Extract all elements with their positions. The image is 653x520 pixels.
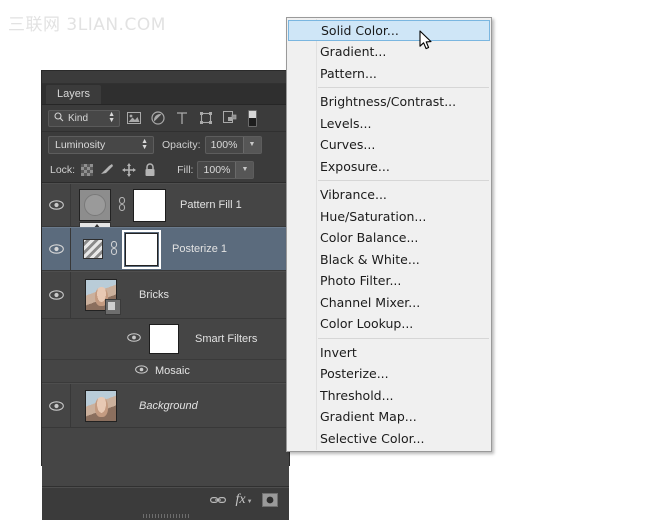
fill-label: Fill: [177, 164, 193, 176]
table-row[interactable]: Background [42, 383, 289, 428]
pixel-layer-icon[interactable] [124, 108, 144, 128]
arrow-cursor [419, 30, 433, 51]
layer-filter-row: Kind ▲▼ [42, 105, 289, 132]
opacity-label: Opacity: [162, 139, 201, 151]
blend-mode-row: Luminosity ▲▼ Opacity: 100% ▼ [42, 132, 289, 157]
layer-visibility-toggle[interactable] [42, 384, 71, 427]
chevron-down-icon[interactable]: ▼ [243, 137, 261, 153]
list-item[interactable]: Smart Filters [42, 319, 289, 360]
menu-separator [318, 338, 489, 339]
menu-item-black-and-white[interactable]: Black & White... [287, 249, 491, 271]
link-layers-icon[interactable] [205, 490, 231, 510]
table-row[interactable]: Pattern Fill 1 [42, 183, 289, 227]
layer-name[interactable]: Posterize 1 [172, 243, 227, 255]
layer-thumbnail[interactable] [85, 279, 117, 311]
tab-layers[interactable]: Layers [46, 85, 101, 104]
menu-item-channel-mixer[interactable]: Channel Mixer... [287, 292, 491, 314]
layer-list: Pattern Fill 1 Posterize 1 Bricks [42, 183, 289, 487]
menu-item-hue-saturation[interactable]: Hue/Saturation... [287, 206, 491, 228]
menu-item-invert[interactable]: Invert [287, 342, 491, 364]
layer-thumbnail[interactable] [79, 189, 111, 221]
opacity-field[interactable]: 100% ▼ [205, 136, 262, 154]
layer-visibility-toggle[interactable] [42, 272, 71, 318]
layer-mask-link-icon[interactable] [117, 197, 127, 214]
layers-panel: Layers Kind ▲▼ Luminosity ▲ [41, 70, 290, 466]
smart-object-badge-icon [105, 299, 121, 315]
layer-name[interactable]: Background [139, 400, 198, 412]
menu-item-gradient[interactable]: Gradient... [287, 41, 491, 63]
menu-item-vibrance[interactable]: Vibrance... [287, 184, 491, 206]
menu-item-solid-color[interactable]: Solid Color... [288, 20, 490, 41]
layer-visibility-toggle[interactable] [42, 228, 71, 270]
layer-name[interactable]: Bricks [139, 289, 169, 301]
layer-mask-thumbnail[interactable] [133, 189, 166, 222]
chevron-updown-icon: ▲▼ [141, 139, 148, 151]
menu-item-curves[interactable]: Curves... [287, 134, 491, 156]
pattern-fill-thumbnail [79, 189, 111, 221]
watermark-text: 三联网 3LIAN.COM [8, 10, 166, 35]
panel-title-bar[interactable] [42, 71, 289, 84]
mosaic-visibility-toggle[interactable] [135, 365, 148, 377]
menu-separator [318, 87, 489, 88]
table-row[interactable]: Bricks [42, 271, 289, 319]
menu-separator [318, 180, 489, 181]
layer-visibility-toggle[interactable] [42, 184, 71, 226]
fill-value: 100% [198, 164, 235, 176]
smart-object-icon[interactable] [220, 108, 240, 128]
table-row[interactable]: Posterize 1 [42, 227, 289, 271]
layer-mask-link-icon[interactable] [109, 241, 119, 258]
menu-item-selective-color[interactable]: Selective Color... [287, 428, 491, 450]
background-layer-thumbnail [85, 390, 117, 422]
new-adjustment-layer-icon[interactable] [257, 490, 283, 510]
lock-all-icon[interactable] [140, 161, 159, 179]
chevron-down-icon[interactable]: ▼ [235, 162, 253, 178]
smart-filters-label[interactable]: Smart Filters [195, 333, 257, 345]
opacity-value: 100% [206, 139, 243, 151]
list-item[interactable]: Mosaic [42, 360, 289, 383]
blend-mode-select[interactable]: Luminosity ▲▼ [48, 136, 154, 154]
lock-image-pixels-icon[interactable] [98, 161, 117, 179]
blend-mode-value: Luminosity [55, 139, 105, 151]
layers-panel-toolbar: fx ▼ [42, 487, 289, 511]
new-adjustment-layer-menu: Solid Color... Gradient... Pattern... Br… [286, 17, 492, 452]
lock-label: Lock: [50, 164, 75, 176]
menu-item-gradient-map[interactable]: Gradient Map... [287, 406, 491, 428]
menu-item-color-balance[interactable]: Color Balance... [287, 227, 491, 249]
menu-item-brightness-contrast[interactable]: Brightness/Contrast... [287, 91, 491, 113]
filter-toggle-switch[interactable] [248, 110, 257, 127]
menu-item-levels[interactable]: Levels... [287, 113, 491, 135]
smart-filters-visibility-toggle[interactable] [127, 333, 141, 345]
lock-transparent-pixels-icon[interactable] [77, 161, 96, 179]
panel-resize-grip[interactable] [42, 511, 289, 520]
shape-layer-icon[interactable] [196, 108, 216, 128]
lock-position-icon[interactable] [119, 161, 138, 179]
chevron-updown-icon: ▲▼ [108, 112, 115, 124]
adjustment-layer-icon[interactable] [148, 108, 168, 128]
filter-kind-select[interactable]: Kind ▲▼ [48, 110, 120, 127]
panel-tab-strip: Layers [42, 84, 289, 105]
menu-item-pattern[interactable]: Pattern... [287, 63, 491, 85]
menu-item-posterize[interactable]: Posterize... [287, 363, 491, 385]
search-icon [54, 112, 64, 125]
menu-item-color-lookup[interactable]: Color Lookup... [287, 313, 491, 335]
layer-name[interactable]: Pattern Fill 1 [180, 199, 242, 211]
layer-effects-fx-icon[interactable]: fx ▼ [231, 490, 257, 510]
menu-item-exposure[interactable]: Exposure... [287, 156, 491, 178]
type-layer-icon[interactable] [172, 108, 192, 128]
smart-filters-mask-thumbnail[interactable] [149, 324, 179, 354]
layer-thumbnail[interactable] [85, 390, 117, 422]
fill-field[interactable]: 100% ▼ [197, 161, 254, 179]
layer-mask-thumbnail[interactable] [125, 233, 158, 266]
lock-row: Lock: Fill: 100% ▼ [42, 157, 289, 183]
menu-item-photo-filter[interactable]: Photo Filter... [287, 270, 491, 292]
menu-item-threshold[interactable]: Threshold... [287, 385, 491, 407]
layer-list-empty-area [42, 428, 289, 487]
filter-kind-label: Kind [68, 113, 88, 124]
smart-filter-name[interactable]: Mosaic [155, 365, 190, 377]
posterize-adjustment-thumbnail[interactable] [83, 239, 103, 259]
